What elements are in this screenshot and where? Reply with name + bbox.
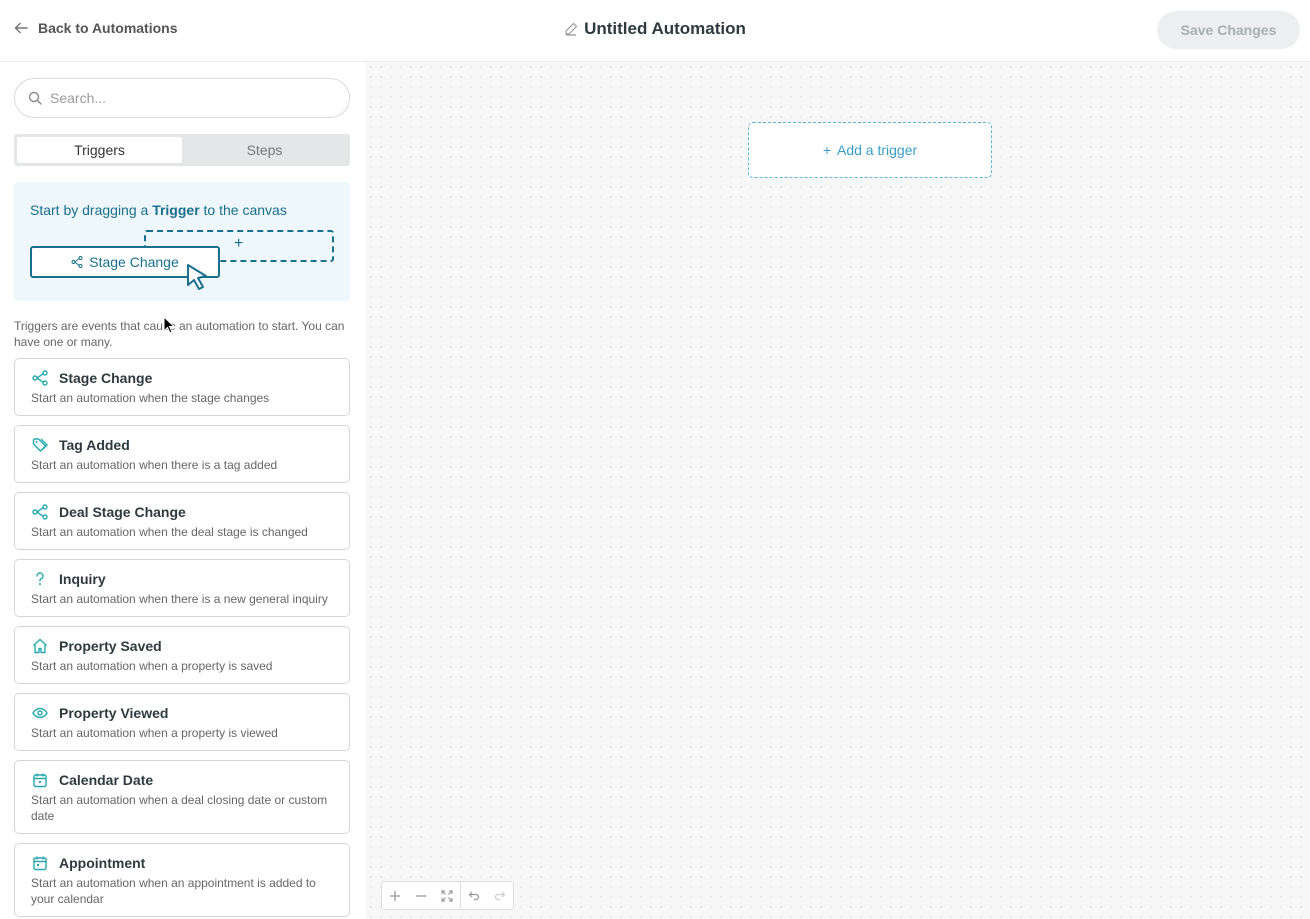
trigger-title: Property Viewed	[59, 705, 169, 721]
redo-button[interactable]	[487, 882, 513, 909]
trigger-card-deal-stage-change[interactable]: Deal Stage Change Start an automation wh…	[14, 492, 350, 550]
trigger-title: Deal Stage Change	[59, 504, 186, 520]
search-input[interactable]	[50, 90, 330, 106]
trigger-list: Stage Change Start an automation when th…	[14, 358, 350, 919]
demo-chip-label: Stage Change	[89, 254, 179, 270]
zoom-out-button[interactable]	[408, 882, 434, 909]
fit-view-button[interactable]	[434, 882, 460, 909]
trigger-desc: Start an automation when a property is v…	[31, 726, 278, 740]
pointer-cursor-icon	[187, 264, 207, 290]
trigger-desc: Start an automation when an appointment …	[31, 876, 316, 906]
share-icon	[31, 370, 49, 386]
trigger-desc: Start an automation when a property is s…	[31, 659, 273, 673]
add-trigger-button[interactable]: + Add a trigger	[748, 122, 992, 178]
trigger-card-appointment[interactable]: Appointment Start an automation when an …	[14, 843, 350, 917]
tab-triggers[interactable]: Triggers	[17, 137, 182, 163]
trigger-card-inquiry[interactable]: Inquiry Start an automation when there i…	[14, 559, 350, 617]
minus-icon	[416, 894, 426, 897]
drag-hint-box: Start by dragging a Trigger to the canva…	[14, 182, 350, 301]
home-icon	[31, 638, 49, 654]
trigger-desc: Start an automation when there is a new …	[31, 592, 328, 606]
redo-icon	[494, 891, 506, 900]
trigger-card-calendar-date[interactable]: Calendar Date Start an automation when a…	[14, 760, 350, 834]
triggers-description: Triggers are events that cause an automa…	[14, 319, 345, 349]
canvas-controls	[381, 881, 514, 910]
page-title: Untitled Automation	[584, 19, 746, 38]
trigger-card-property-viewed[interactable]: Property Viewed Start an automation when…	[14, 693, 350, 751]
share-icon	[31, 504, 49, 520]
trigger-desc: Start an automation when there is a tag …	[31, 458, 278, 472]
trigger-card-stage-change[interactable]: Stage Change Start an automation when th…	[14, 358, 350, 416]
trigger-title: Calendar Date	[59, 772, 154, 788]
trigger-desc: Start an automation when the stage chang…	[31, 391, 270, 405]
zoom-in-button[interactable]	[382, 882, 408, 909]
hint-suffix: to the canvas	[199, 202, 287, 218]
search-box[interactable]	[14, 78, 350, 118]
mouse-cursor-icon	[163, 316, 175, 334]
trigger-desc: Start an automation when a deal closing …	[31, 793, 328, 823]
trigger-title: Property Saved	[59, 638, 162, 654]
trigger-title: Stage Change	[59, 370, 153, 386]
expand-icon	[441, 889, 453, 902]
undo-icon	[468, 891, 480, 900]
plus-icon	[390, 890, 400, 901]
tab-steps[interactable]: Steps	[182, 137, 347, 163]
plus-icon: +	[822, 142, 831, 158]
trigger-title: Appointment	[59, 855, 146, 871]
trigger-title: Inquiry	[59, 571, 106, 587]
search-icon	[28, 91, 42, 105]
sidebar-tabs: Triggers Steps	[14, 134, 350, 166]
trigger-sidebar: Triggers Steps Start by dragging a Trigg…	[0, 62, 366, 919]
drag-hint-text: Start by dragging a Trigger to the canva…	[30, 202, 287, 218]
hint-prefix: Start by dragging a	[30, 202, 153, 218]
edit-icon	[565, 22, 578, 36]
automation-title[interactable]: Untitled Automation	[0, 19, 1310, 39]
top-header: Back to Automations Untitled Automation …	[0, 0, 1310, 62]
trigger-card-tag-added[interactable]: Tag Added Start an automation when there…	[14, 425, 350, 483]
calendar-icon	[31, 772, 49, 788]
add-trigger-label: Add a trigger	[837, 142, 918, 158]
share-icon	[71, 256, 83, 268]
tag-icon	[31, 437, 49, 453]
undo-button[interactable]	[461, 882, 487, 909]
hint-bold: Trigger	[152, 202, 200, 218]
automation-canvas[interactable]: + Add a trigger	[366, 62, 1310, 919]
trigger-desc: Start an automation when the deal stage …	[31, 525, 308, 539]
trigger-title: Tag Added	[59, 437, 130, 453]
save-changes-button[interactable]: Save Changes	[1157, 11, 1300, 49]
question-icon	[31, 571, 49, 587]
calendar-icon	[31, 855, 49, 871]
plus-icon: +	[234, 235, 244, 252]
trigger-card-property-saved[interactable]: Property Saved Start an automation when …	[14, 626, 350, 684]
eye-icon	[31, 705, 49, 721]
